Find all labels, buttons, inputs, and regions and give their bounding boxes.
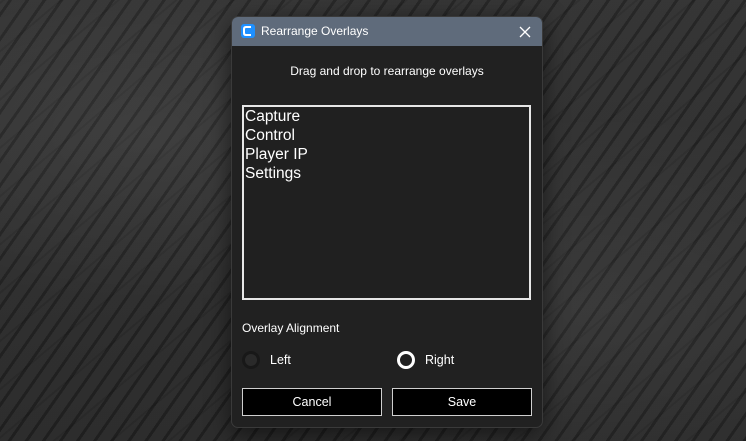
radio-right-label: Right	[425, 353, 455, 367]
cancel-button[interactable]: Cancel	[242, 388, 382, 416]
list-item-capture[interactable]: Capture	[244, 107, 529, 126]
radio-left-label: Left	[270, 353, 291, 367]
rearrange-overlays-dialog: Rearrange Overlays Drag and drop to rear…	[231, 16, 543, 428]
list-item-player-ip[interactable]: Player IP	[244, 145, 529, 164]
save-button[interactable]: Save	[392, 388, 532, 416]
title-bar[interactable]: Rearrange Overlays	[232, 17, 542, 46]
window-title: Rearrange Overlays	[261, 24, 369, 38]
radio-right[interactable]: Right	[397, 351, 454, 369]
instructions-text: Drag and drop to rearrange overlays	[290, 64, 484, 78]
radio-left[interactable]: Left	[242, 351, 291, 369]
list-item-control[interactable]: Control	[244, 126, 529, 145]
overlay-listbox[interactable]: Capture Control Player IP Settings	[242, 105, 531, 300]
overlay-alignment-label: Overlay Alignment	[242, 321, 340, 335]
close-button[interactable]	[508, 17, 542, 46]
radio-right-circle[interactable]	[397, 351, 415, 369]
close-icon	[519, 26, 531, 37]
app-icon	[241, 24, 255, 38]
radio-left-circle[interactable]	[242, 351, 260, 369]
list-item-settings[interactable]: Settings	[244, 164, 529, 183]
